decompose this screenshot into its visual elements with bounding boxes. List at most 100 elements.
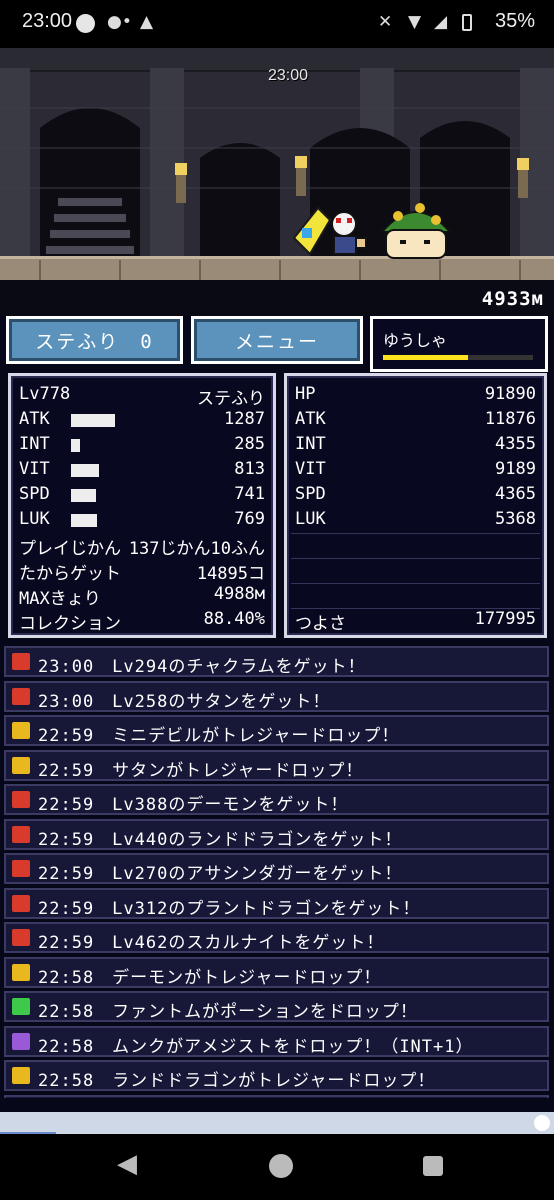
log-entry: 22:58 ランドドラゴンがトレジャードロップ！ [4, 1060, 549, 1091]
stat-value: 741 [234, 484, 265, 504]
log-text: 22:58 デーモンがトレジャードロップ！ [38, 967, 382, 988]
scene-clock: 23:00 [268, 67, 309, 84]
log-text: 22:58 ムンクがアメジストをドロップ！（INT+1） [38, 1036, 474, 1057]
stat-value: 5368 [495, 509, 536, 529]
level-label: Lv778 [19, 384, 71, 404]
red-chest-icon [12, 894, 30, 912]
ad-banner[interactable] [0, 1112, 554, 1134]
stat-name: LUK [295, 509, 326, 529]
stat-name: ATK [295, 409, 326, 429]
red-chest-icon [12, 653, 30, 670]
total-stats-panel: HP 91890 ATK 11876 INT 4355 VIT 9189 SPD… [284, 373, 547, 638]
stat-alloc-label: ステふり [197, 389, 265, 409]
log-text: 22:59 ミニデビルがトレジャードロップ！ [38, 726, 400, 746]
status-time: 23:00 [22, 10, 73, 32]
back-icon[interactable]: ◀ [117, 1149, 137, 1179]
stat-value: 813 [234, 459, 265, 479]
stat-name: SPD [295, 484, 326, 504]
stat-name: INT [19, 434, 50, 454]
stat-value: 9189 [495, 459, 536, 479]
hero-name: ゆうしゃ [383, 331, 448, 350]
log-entry: 22:59 サタンがトレジャードロップ！ [4, 749, 549, 781]
android-icon: ▲ [140, 12, 154, 32]
total-row-int: INT 4355 [295, 434, 536, 459]
log-text: 22:58 ファントムがポーションをドロップ！ [38, 1002, 418, 1022]
hero-status-box[interactable]: ゆうしゃ [370, 316, 548, 372]
stat-value: 4355 [495, 434, 536, 454]
dungeon-background [0, 48, 554, 316]
stat-value: 91890 [484, 384, 536, 404]
total-row-hp: HP 91890 [295, 384, 536, 409]
stat-name: ATK [19, 409, 50, 429]
log-text: 23:00 Lv294のチャクラムをゲット！ [38, 657, 366, 677]
stat-row-int[interactable]: INT 285 [19, 434, 265, 459]
stat-alloc-button[interactable]: ステふり 0 [6, 316, 183, 364]
info-row-max-distance: MAXきょり 4988м [19, 584, 265, 609]
red-chest-icon [12, 929, 30, 946]
stat-name: SPD [19, 484, 50, 504]
stat-value: 769 [234, 509, 265, 529]
wifi-icon: ▼ [408, 12, 422, 32]
log-entry: 22:59 Lv270のアサシンダガーをゲット！ [4, 853, 549, 884]
circle-icon [76, 14, 95, 33]
stat-bar [71, 489, 96, 502]
gold-chest-icon [12, 1067, 30, 1084]
strength-label: つよさ [295, 614, 346, 634]
log-entry: 22:58 ファントムがポーションをドロップ！ [4, 991, 549, 1022]
info-row-collection: コレクション 88.40% [19, 609, 265, 634]
stat-name: VIT [295, 459, 326, 479]
info-value: 137じかん10ふん [128, 539, 265, 559]
log-text: 22:59 Lv388のデーモンをゲット！ [38, 795, 349, 815]
stat-value: 1287 [224, 409, 265, 429]
recents-icon[interactable] [423, 1156, 443, 1176]
strength-row: つよさ 177995 [295, 609, 536, 634]
log-entry: 22:59 ミニデビルがトレジャードロップ！ [4, 715, 549, 746]
log-entry: 22:58 レベルアップ！Lv778 [4, 1094, 549, 1098]
stat-row-luk[interactable]: LUK 769 [19, 509, 265, 534]
info-label: コレクション [19, 614, 121, 634]
stat-row-spd[interactable]: SPD 741 [19, 484, 265, 509]
log-entry: 22:59 Lv440のランドドラゴンをゲット！ [4, 818, 549, 850]
log-entry: 22:58 ムンクがアメジストをドロップ！（INT+1） [4, 1025, 549, 1057]
stat-name: INT [295, 434, 326, 454]
stat-row-vit[interactable]: VIT 813 [19, 459, 265, 484]
enemy-sprite [379, 203, 453, 259]
red-chest-icon [12, 791, 30, 808]
log-text: 22:59 Lv462のスカルナイトをゲット！ [38, 933, 385, 953]
event-log[interactable]: 23:00 Lv294のチャクラムをゲット！ 23:00 Lv258のサタンをゲッ… [0, 646, 554, 1098]
stat-value: 285 [234, 434, 265, 454]
stat-row-atk[interactable]: ATK 1287 [19, 409, 265, 434]
info-value: 14895コ [196, 564, 265, 584]
log-text: 22:58 ランドドラゴンがトレジャードロップ！ [38, 1071, 436, 1091]
divider [291, 583, 540, 584]
home-icon[interactable] [269, 1154, 293, 1178]
log-text: 23:00 Lv258のサタンをゲット！ [38, 691, 331, 712]
stat-value: 11876 [484, 409, 536, 429]
info-label: プレイじかん [19, 539, 121, 559]
strength-value: 177995 [474, 609, 536, 629]
log-entry: 22:58 デーモンがトレジャードロップ！ [4, 956, 549, 988]
game-scene[interactable]: 23:00 4933м [0, 48, 554, 316]
divider [291, 558, 540, 559]
stat-bar [71, 514, 97, 527]
exp-bar-fill [383, 355, 468, 360]
gold-chest-icon [12, 756, 30, 774]
log-text: 22:59 Lv270のアサシンダガーをゲット！ [38, 864, 403, 884]
stat-bar [71, 439, 80, 452]
menu-button[interactable]: メニュー [191, 316, 363, 364]
distance-counter: 4933м [481, 288, 544, 310]
hero-sprite [292, 206, 367, 256]
log-text: 22:59 Lv312のプラントドラゴンをゲット！ [38, 898, 421, 919]
battery-icon [462, 14, 472, 31]
dots-icon: ●• [107, 12, 132, 32]
total-row-vit: VIT 9189 [295, 459, 536, 484]
info-value: 4988м [213, 584, 265, 604]
log-entry: 22:59 Lv312のプラントドラゴンをゲット！ [4, 887, 549, 919]
gold-chest-icon [12, 963, 30, 981]
ad-info-icon[interactable] [534, 1115, 550, 1131]
total-row-atk: ATK 11876 [295, 409, 536, 434]
battery-percent: 35% [495, 10, 536, 32]
stat-name: VIT [19, 459, 50, 479]
log-entry: 22:59 Lv388のデーモンをゲット！ [4, 784, 549, 815]
stat-bar [71, 414, 115, 427]
